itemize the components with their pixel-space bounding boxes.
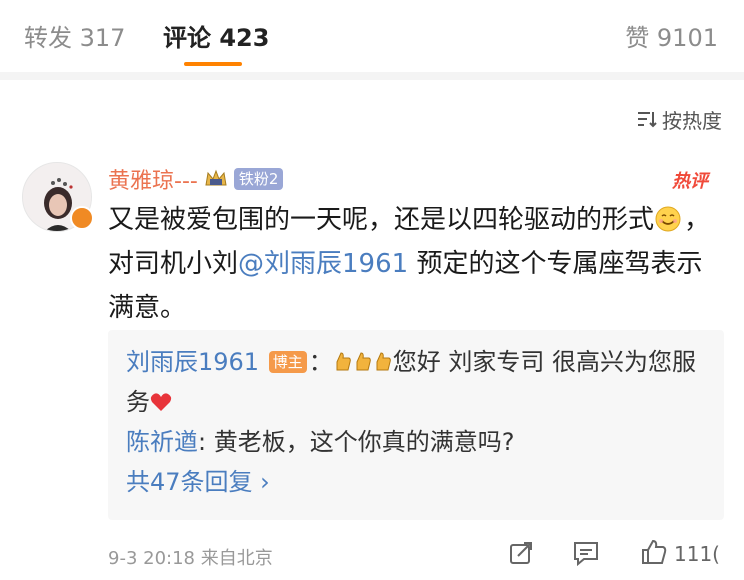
tab-likes[interactable]: 赞 9101 <box>625 18 718 53</box>
share-icon[interactable] <box>508 540 534 566</box>
reply-item: 刘雨辰1961 博主：您好 刘家专司 很高兴为您服务 <box>126 342 706 422</box>
thumbs-up-icon <box>356 352 371 371</box>
thumbs-up-icon <box>376 352 391 371</box>
author-badge: 博主 <box>268 351 307 373</box>
comment-icon[interactable] <box>572 540 600 566</box>
comment-tabs: 转发 317 评论 423 赞 9101 <box>0 0 744 72</box>
avatar[interactable] <box>22 162 94 232</box>
reply-author[interactable]: 陈祈遒 <box>126 428 198 456</box>
like-icon[interactable] <box>640 538 668 566</box>
hot-comment-tag: 热评 <box>670 164 718 194</box>
reply-item: 陈祈遒: 黄老板，这个你真的满意吗? <box>126 422 706 462</box>
crown-icon <box>205 169 227 186</box>
reply-separator: ： <box>308 348 333 376</box>
sort-label: 按热度 <box>662 108 722 133</box>
comment-timestamp: 9-3 20:18 来自北京 <box>108 548 273 569</box>
fan-level-badge: 铁粉2 <box>233 168 284 190</box>
reply-author[interactable]: 刘雨辰1961 <box>126 348 259 376</box>
verified-badge-icon <box>70 206 94 230</box>
comment-username[interactable]: 黄雅琼--- <box>108 163 198 195</box>
view-all-replies-link[interactable]: 共47条回复 › <box>126 462 706 502</box>
comment-text-part1: 又是被爱包围的一天呢，还是以四轮驱动的形式 <box>108 205 655 235</box>
hot-tag-label: 热评 <box>671 171 711 192</box>
reply-text: : 黄老板，这个你真的满意吗? <box>198 428 515 456</box>
active-tab-indicator <box>184 62 242 66</box>
heart-icon <box>150 393 172 411</box>
smile-emoji-icon <box>655 206 681 232</box>
comment-header: 黄雅琼--- 铁粉2 <box>108 162 284 196</box>
like-count: 111( <box>674 542 720 566</box>
mention-link[interactable]: @刘雨辰1961 <box>238 249 408 279</box>
replies-box[interactable]: 刘雨辰1961 博主：您好 刘家专司 很高兴为您服务 陈祈遒: 黄老板，这个你真… <box>108 330 724 520</box>
tab-comments[interactable]: 评论 423 <box>163 18 269 53</box>
comment-body: 又是被爱包围的一天呢，还是以四轮驱动的形式 ，对司机小刘@刘雨辰1961 预定的… <box>108 198 724 330</box>
sort-by-hot-button[interactable]: 按热度 <box>636 104 722 134</box>
sort-icon <box>638 112 657 128</box>
thumbs-up-icon <box>336 352 351 371</box>
tab-repost[interactable]: 转发 317 <box>24 18 125 53</box>
section-divider <box>0 72 744 80</box>
comment-footer: 9-3 20:18 来自北京 111( <box>108 536 744 576</box>
